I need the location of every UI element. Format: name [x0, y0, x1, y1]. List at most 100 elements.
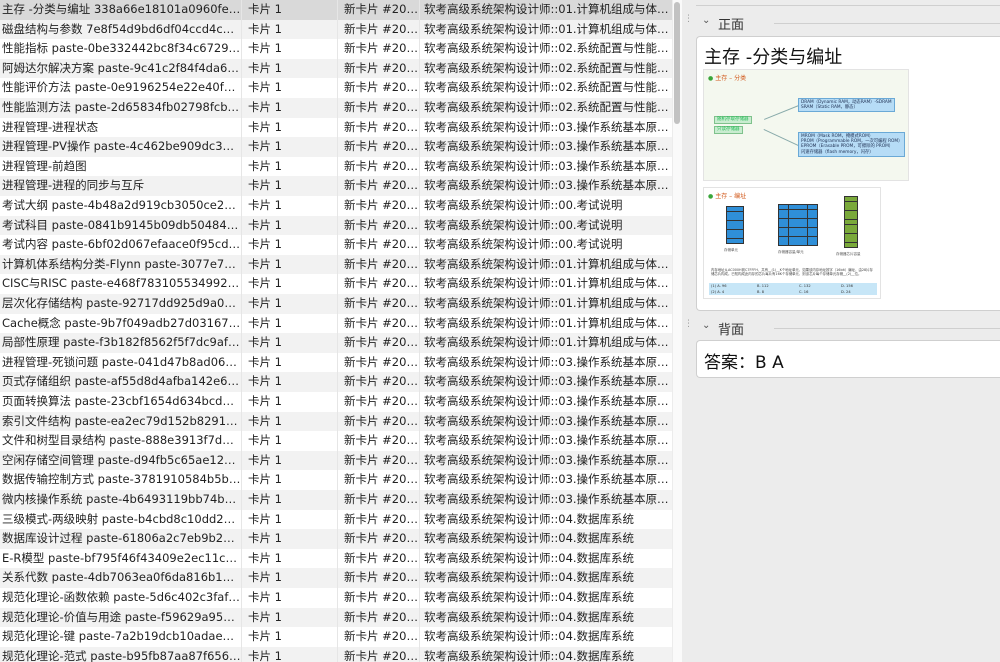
- grid-cell: [845, 201, 851, 206]
- sort-field-cell: CISC与RISC paste-e468f783105534992e4c7e..…: [0, 274, 242, 294]
- card-list-table: 主存 -分类与编址 338a66e18101a0960fe009a5...卡片 …: [0, 0, 682, 662]
- table-row[interactable]: 进程管理-进程状态 卡片 1 新卡片 #2013 软考高级系统架构设计师::03.操作…: [0, 117, 672, 138]
- sort-field-cell: 进程管理-进程的同步与互斥: [0, 176, 242, 196]
- grid-cell: [727, 234, 735, 239]
- collapse-chevron-icon[interactable]: ⌄: [702, 320, 710, 331]
- sort-field-cell: 考试科目 paste-0841b9145b09db504842298fa...: [0, 215, 242, 236]
- table-row[interactable]: 性能指标 paste-0be332442bc8f34c67295d44c...卡…: [0, 39, 672, 59]
- sort-field-cell: 文件和树型目录结构 paste-888e3913f7d745e6...: [0, 431, 242, 451]
- back-field-editor[interactable]: 答案：B A: [696, 340, 1000, 378]
- card-type-cell: 卡片 1: [242, 196, 338, 216]
- grid-cell: [788, 241, 798, 245]
- table-scrollbar-thumb[interactable]: [674, 2, 680, 124]
- table-row[interactable]: 页式存储组织 paste-af55d8d4afba142e6ad196...卡片…: [0, 372, 672, 392]
- table-row[interactable]: 空闲存储空间管理 paste-d94fb5c65ae127282c...卡片 1…: [0, 450, 672, 471]
- grid-cell: [788, 214, 798, 218]
- table-row[interactable]: 微内核操作系统 paste-4b6493119bb74b5e0f2f...卡片 …: [0, 490, 672, 510]
- table-row[interactable]: 进程管理-进程的同步与互斥 卡片 1 新卡片 #2016 软考高级系统架构设计师::0…: [0, 176, 672, 196]
- editor-top-divider: [696, 0, 1000, 6]
- deck-cell: 软考高级系统架构设计师::01.计算机组成与体系结...: [424, 335, 672, 350]
- deck-cell: 软考高级系统架构设计师::04.数据库系统: [424, 511, 635, 526]
- card-type-cell: 卡片 1: [242, 156, 338, 177]
- table-row[interactable]: 进程管理-PV操作 paste-4c462be909dc30f8d65...卡片…: [0, 137, 672, 157]
- grid-cell: [807, 209, 817, 214]
- card-type-cell: 卡片 1: [242, 137, 338, 157]
- table-row[interactable]: 规范化理论-函数依赖 paste-5d6c402c3faf5d40... 卡片 1…: [0, 588, 672, 608]
- address-grid-tall: [844, 196, 858, 248]
- deck-cell: 软考高级系统架构设计师::01.计算机组成与体系结...: [424, 315, 672, 330]
- card-type-cell: 卡片 1: [242, 470, 338, 490]
- collapse-chevron-icon[interactable]: ⌄: [702, 15, 710, 26]
- table-row[interactable]: 进程管理-前趋图 卡片 1 新卡片 #2015 软考高级系统架构设计师::03.操作系…: [0, 156, 672, 177]
- table-row[interactable]: 页面转换算法 paste-23cbf1654d634bcd4bf133...卡片…: [0, 392, 672, 412]
- card-name-cell: 新卡片 #2023: [338, 313, 420, 334]
- grid-cell: [788, 218, 798, 223]
- option: D. 156: [841, 284, 853, 288]
- table-row[interactable]: 考试科目 paste-0841b9145b09db504842298fa...卡…: [0, 215, 672, 236]
- table-row[interactable]: 层次化存储结构 paste-92717dd925d9a0d4c72f...卡片 …: [0, 294, 672, 314]
- card-name-cell: 新卡片 #2039: [338, 627, 420, 647]
- table-row[interactable]: 关系代数 paste-4db7063ea0f6da816b1aa2b8a...卡…: [0, 568, 672, 588]
- deck-cell: 软考高级系统架构设计师::02.系统配置与性能评价: [424, 60, 672, 75]
- sort-field-cell: 页面转换算法 paste-23cbf1654d634bcd4bf133...: [0, 392, 242, 412]
- table-row[interactable]: 进程管理-死锁问题 paste-041d47b8ad061c9bf... 卡片 1…: [0, 352, 672, 373]
- note-editor: ⋮ ⌄ 正面 主存 -分类与编址 ● 主存 – 分类 随机存取存储器 只读存储器 …: [682, 0, 1000, 662]
- table-row[interactable]: 索引文件结构 paste-ea2ec79d152b8291b04b4...卡片 …: [0, 411, 672, 432]
- table-row[interactable]: 规范化理论-键 paste-7a2b19dcb10adae3798e...卡片 …: [0, 627, 672, 647]
- table-row[interactable]: 主存 -分类与编址 338a66e18101a0960fe009a5...卡片 …: [0, 0, 672, 20]
- table-row[interactable]: 规范化理论-范式 paste-b95fb87aa87f65665018...卡片…: [0, 646, 672, 662]
- sort-field-cell: 微内核操作系统 paste-4b6493119bb74b5e0f2f...: [0, 490, 242, 510]
- table-row[interactable]: 性能评价方法 paste-0e9196254e22e40f12fd17...卡片…: [0, 78, 672, 98]
- table-row[interactable]: Cache概念 paste-9b7f049adb27d0316762fbc5..…: [0, 313, 672, 334]
- grid-cell: [735, 229, 743, 234]
- card-name-cell: 新卡片 #2020: [338, 254, 420, 275]
- table-row[interactable]: CISC与RISC paste-e468f783105534992e4c7e..…: [0, 274, 672, 294]
- memory-classification-image[interactable]: ● 主存 – 分类 随机存取存储器 只读存储器 DRAM（Dynamic RAM，…: [703, 69, 909, 181]
- grid-cell: [807, 236, 817, 241]
- drag-handle-icon[interactable]: ⋮: [684, 320, 693, 329]
- table-row[interactable]: 考试大纲 paste-4b48a2d919cb3050ce2c1769b...卡…: [0, 196, 672, 216]
- grid-caption: 存储器芯片容量: [836, 252, 861, 256]
- memory-addressing-image[interactable]: ● 主存 – 编址 存储单元 存储器容量/单元 存储器芯片容量 内存地址从AC00…: [703, 187, 881, 299]
- card-type-cell: 卡片 1: [242, 215, 338, 236]
- grid-cell: [779, 227, 789, 232]
- sort-field-cell: 计算机体系结构分类-Flynn paste-3077e77dd7d...: [0, 254, 242, 275]
- grid-cell: [798, 227, 808, 232]
- table-row[interactable]: 阿姆达尔解决方案 paste-9c41c2f84f4da6296c7...卡片 …: [0, 58, 672, 79]
- table-row[interactable]: 数据库设计过程 paste-61806a2c7eb9b28245e...卡片 1…: [0, 529, 672, 549]
- deck-cell: 软考高级系统架构设计师::03.操作系统基本原理::...: [424, 472, 672, 487]
- option: D. 24: [841, 289, 851, 294]
- table-row[interactable]: 局部性原理 paste-f3b182f8562f5f7dc9af51551...…: [0, 333, 672, 353]
- front-field-editor[interactable]: 主存 -分类与编址 ● 主存 – 分类 随机存取存储器 只读存储器 DRAM（Dy…: [696, 36, 1000, 311]
- table-row[interactable]: 性能监测方法 paste-2d65834fb02798fcba79f89...卡…: [0, 98, 672, 118]
- table-row[interactable]: 规范化理论-价值与用途 paste-f59629a9578313...卡片 1新…: [0, 607, 672, 628]
- card-name-cell: 新卡片 #2024: [338, 333, 420, 353]
- card-name-cell: 新卡片 #2038: [338, 607, 420, 628]
- grid-cell: [845, 219, 851, 225]
- drag-handle-icon[interactable]: ⋮: [684, 15, 693, 24]
- table-row[interactable]: E-R模型 paste-bf795f46f43409e2ec11ce1bc14.…: [0, 548, 672, 569]
- table-row[interactable]: 三级模式-两级映射 paste-b4cbd8c10dd2c7812...卡片 1…: [0, 509, 672, 530]
- card-name-cell: 新卡片 #2026: [338, 372, 420, 392]
- grid-cell: [798, 205, 808, 209]
- card-type-cell: 卡片 1: [242, 98, 338, 118]
- grid-cell: [845, 206, 851, 211]
- grid-cell: [798, 209, 808, 214]
- sort-field-cell: 考试大纲 paste-4b48a2d919cb3050ce2c1769b...: [0, 196, 242, 216]
- sort-field-cell: 三级模式-两级映射 paste-b4cbd8c10dd2c7812...: [0, 509, 242, 530]
- table-row[interactable]: 磁盘结构与参数 7e8f54d9bd6df04ccd4caffaf7c...卡片…: [0, 19, 672, 40]
- deck-cell: 软考高级系统架构设计师::04.数据库系统: [424, 648, 635, 662]
- table-row[interactable]: 数据传输控制方式 paste-3781910584b5b2962...卡片 1新…: [0, 470, 672, 490]
- grid-cell: [779, 232, 789, 236]
- sort-field-cell: 性能评价方法 paste-0e9196254e22e40f12fd17...: [0, 78, 242, 98]
- table-row[interactable]: 文件和树型目录结构 paste-888e3913f7d745e6...卡片 1新…: [0, 431, 672, 451]
- mm-leaf-text: SRAM（Static RAM，静态）: [801, 105, 858, 111]
- grid-cell: [779, 223, 789, 227]
- table-row[interactable]: 考试内容 paste-6bf02d067efaace0f95cd31005...…: [0, 235, 672, 255]
- sort-field-cell: 空闲存储空间管理 paste-d94fb5c65ae127282c...: [0, 450, 242, 471]
- table-row[interactable]: 计算机体系结构分类-Flynn paste-3077e77dd7d...卡片 1…: [0, 254, 672, 275]
- grid-cell: [727, 229, 735, 234]
- mm-leaf-text: EPROM（Erasable PROM，可擦除的 PROM）: [801, 144, 894, 150]
- grid-cell: [779, 218, 789, 223]
- card-type-cell: 卡片 1: [242, 39, 338, 59]
